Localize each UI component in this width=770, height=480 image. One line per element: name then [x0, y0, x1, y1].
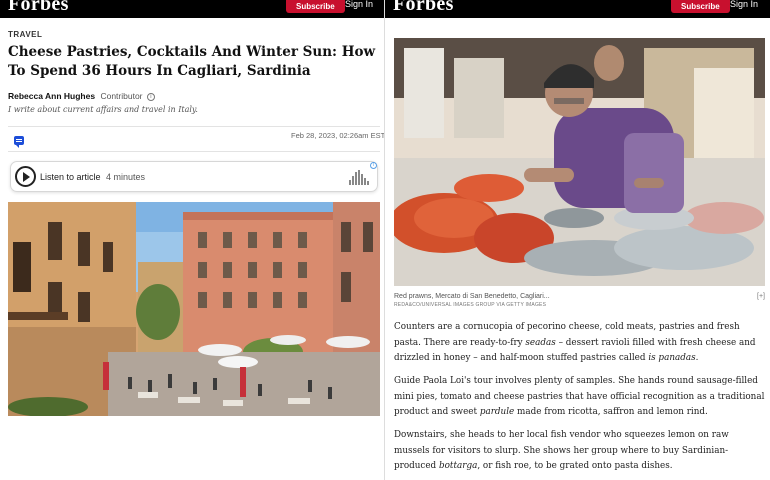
left-article-pane: Forbes Subscribe Sign In TRAVEL Cheese P…: [0, 0, 387, 480]
section-label[interactable]: TRAVEL: [8, 30, 42, 39]
listen-duration: 4 minutes: [106, 172, 146, 182]
body-paragraph: Guide Paola Loi's tour involves plenty o…: [394, 376, 765, 417]
play-icon[interactable]: [15, 166, 36, 187]
comment-icon[interactable]: [14, 136, 24, 148]
forbes-logo[interactable]: Forbes: [8, 0, 69, 16]
audio-waveform-icon: [349, 170, 371, 185]
subscribe-button[interactable]: Subscribe: [286, 0, 345, 13]
body-paragraph: Downstairs, she heads to her local fish …: [394, 430, 729, 471]
ad-choices-icon[interactable]: i: [370, 162, 377, 169]
top-nav-bar: Forbes Subscribe Sign In: [0, 0, 387, 18]
info-icon[interactable]: i: [146, 92, 155, 101]
cagliari-square-photo: [8, 202, 380, 416]
fish-market-photo: [394, 38, 765, 286]
author-bio: I write about current affairs and travel…: [8, 105, 198, 114]
subscribe-button[interactable]: Subscribe: [671, 0, 730, 13]
divider: [8, 126, 380, 127]
publish-date: Feb 28, 2023, 02:26am EST: [291, 131, 386, 140]
right-article-pane: Forbes Subscribe Sign In Red prawns, Mer…: [384, 0, 770, 480]
top-nav-bar: Forbes Subscribe Sign In: [385, 0, 770, 18]
divider: [8, 151, 380, 152]
forbes-logo[interactable]: Forbes: [393, 0, 454, 16]
listen-to-article-player[interactable]: Listen to article 4 minutes: [10, 161, 378, 192]
author-byline: Rebecca Ann Hughes Contributor i: [8, 91, 155, 101]
sign-in-link[interactable]: Sign In: [730, 0, 758, 12]
body-paragraph: Counters are a cornucopia of pecorino ch…: [394, 322, 756, 363]
expand-caption-button[interactable]: [+]: [757, 293, 765, 300]
listen-label: Listen to article: [40, 172, 101, 182]
author-role: Contributor: [100, 91, 143, 101]
photo-caption: Red prawns, Mercato di San Benedetto, Ca…: [394, 293, 550, 300]
author-name[interactable]: Rebecca Ann Hughes: [8, 91, 95, 101]
photo-credit: REDA&CO/UNIVERSAL IMAGES GROUP VIA GETTY…: [394, 302, 547, 308]
sign-in-link[interactable]: Sign In: [345, 0, 373, 12]
article-headline: Cheese Pastries, Cocktails And Winter Su…: [8, 44, 376, 79]
